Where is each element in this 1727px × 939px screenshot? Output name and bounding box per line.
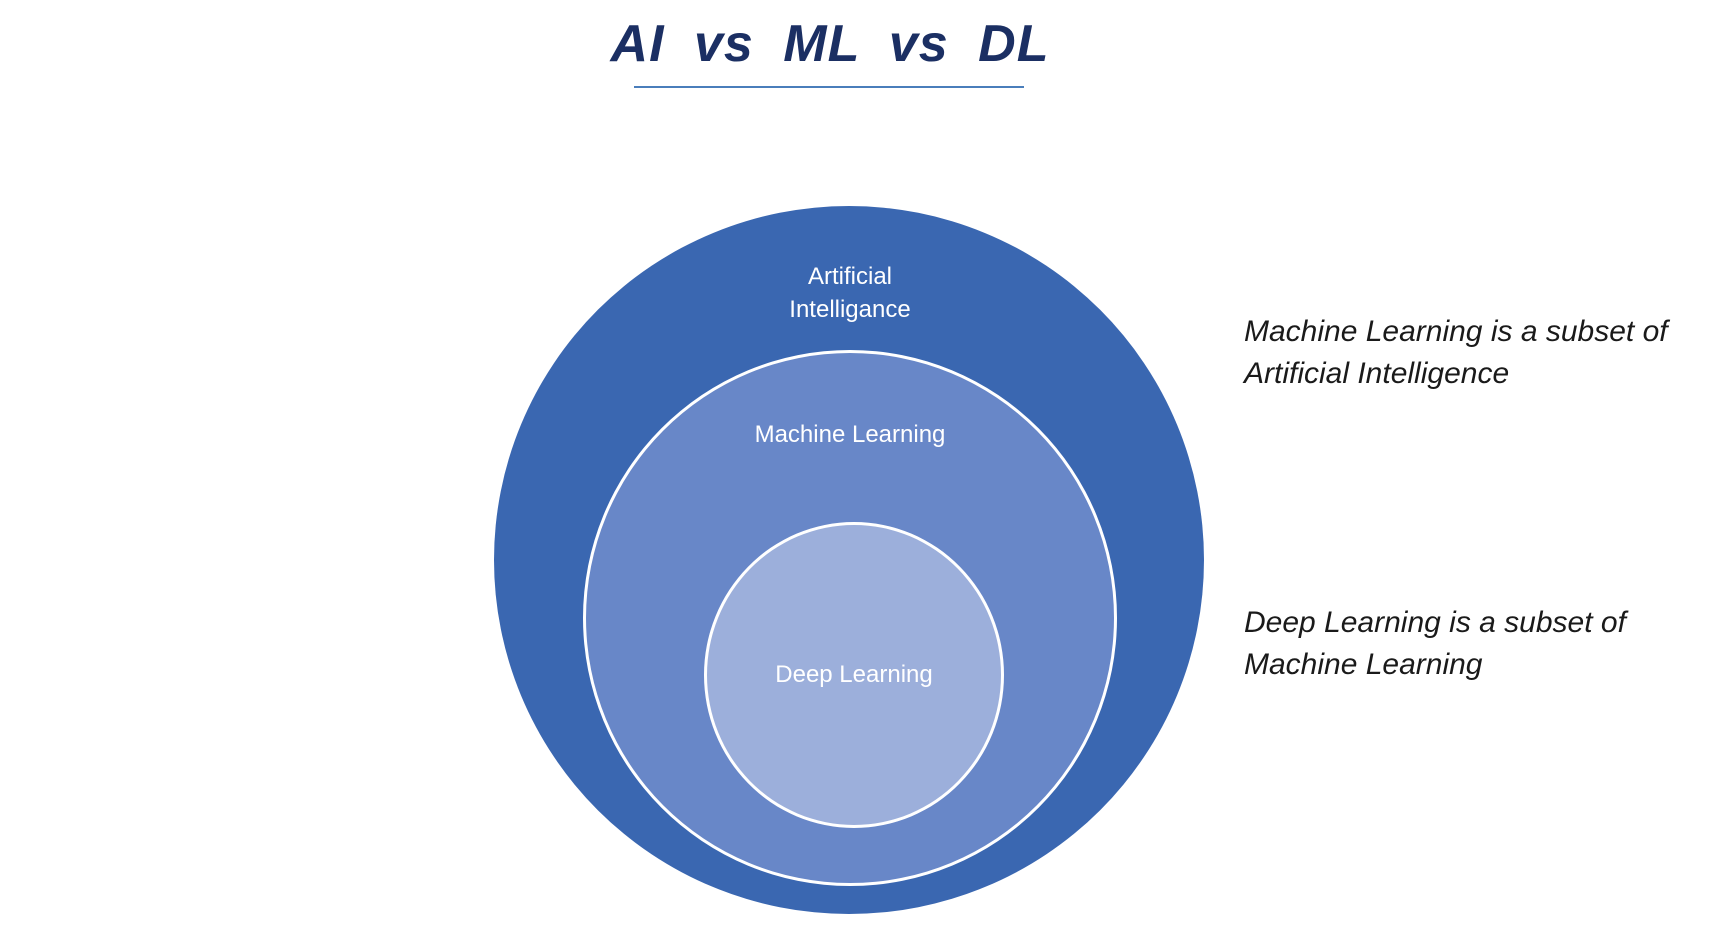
ml-circle-label: Machine Learning [754,421,946,448]
dl-note-line2: Machine Learning [1244,648,1483,681]
ml-note-line2: Artificial Intelligence [1244,357,1510,390]
ml-subset-note: Machine Learning is a subset of Artifici… [1244,311,1714,395]
ml-note-line1: Machine Learning is a subset of [1244,315,1668,348]
title-underline [634,86,1024,88]
ai-label-line2: Intelligance [789,296,911,323]
dl-note-line1: Deep Learning is a subset of [1244,606,1626,639]
ai-circle-label: Artificial Intelligance [730,260,970,326]
dl-subset-note: Deep Learning is a subset of Machine Lea… [1244,602,1714,686]
slide-title: AI vs ML vs DL [610,15,1050,73]
dl-circle-label: Deep Learning [775,661,933,688]
ai-label-line1: Artificial [807,263,892,290]
